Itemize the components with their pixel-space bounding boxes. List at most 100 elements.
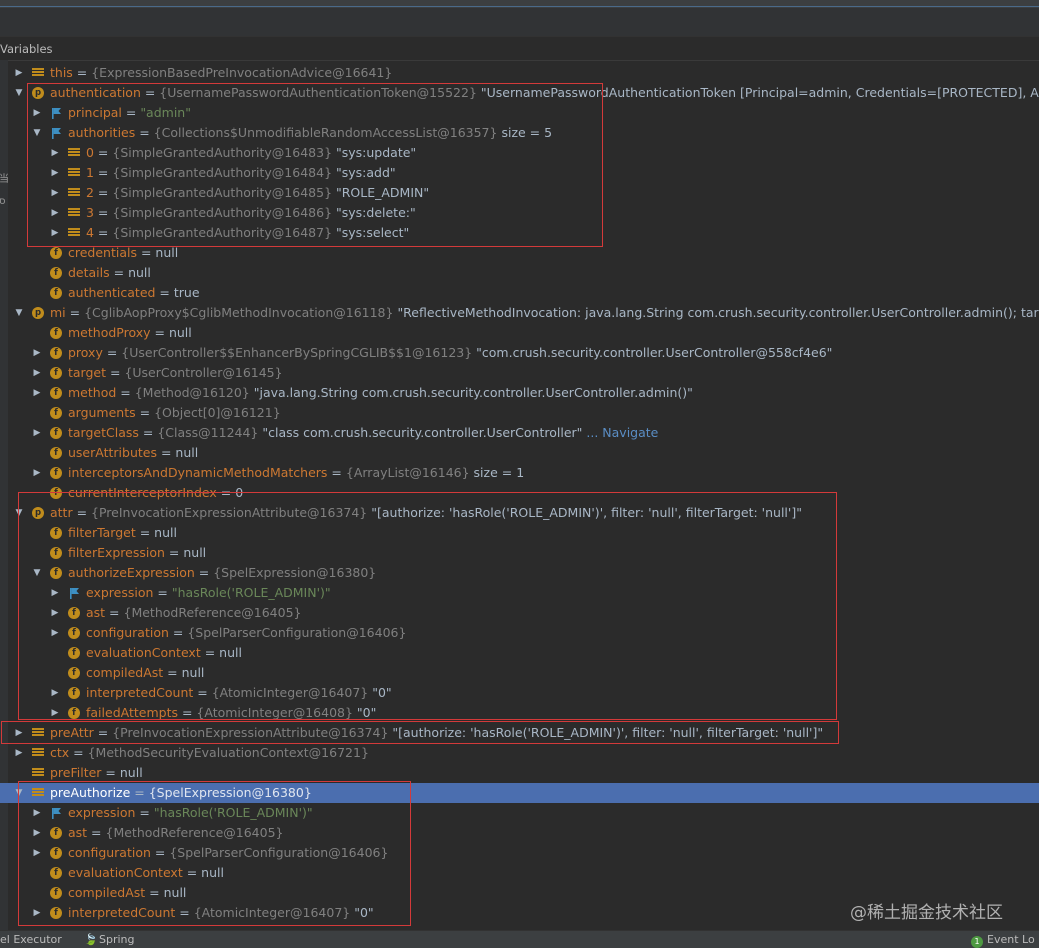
row-text: expression = "hasRole('ROLE_ADMIN')" xyxy=(68,803,313,823)
tree-row[interactable]: ▶ 2 = {SimpleGrantedAuthority@16485} "ROL… xyxy=(0,183,1039,203)
equals-sign: = xyxy=(135,525,155,540)
tree-row[interactable]: ▼ f authorizeExpression = {SpelExpression@… xyxy=(0,563,1039,583)
expand-arrow-right-icon[interactable]: ▶ xyxy=(31,843,43,863)
expand-arrow-right-icon[interactable]: ▶ xyxy=(13,63,25,83)
variable-name: attr xyxy=(50,505,73,520)
tree-row[interactable]: ▶ f proxy = {UserController$$EnhancerBySpr… xyxy=(0,343,1039,363)
variable-name: ast xyxy=(68,825,88,840)
row-text: credentials = null xyxy=(68,243,178,263)
tree-row[interactable]: ▶ 1 = {SimpleGrantedAuthority@16484} "sys… xyxy=(0,163,1039,183)
tab-executor[interactable]: el Executor xyxy=(0,931,62,948)
expand-arrow-down-icon[interactable]: ▼ xyxy=(13,783,25,803)
tree-row[interactable]: ▶ preAttr = {PreInvocationExpressionAttri… xyxy=(0,723,1039,743)
variable-type: {SpelExpression@16380} xyxy=(213,565,377,580)
expand-arrow-down-icon[interactable]: ▼ xyxy=(13,503,25,523)
tree-row[interactable]: ▶ f configuration = {SpelParserConfigurati… xyxy=(0,623,1039,643)
tree-row[interactable]: ▶ 0 = {SimpleGrantedAuthority@16483} "sys… xyxy=(0,143,1039,163)
expand-arrow-down-icon[interactable]: ▼ xyxy=(31,563,43,583)
tree-row[interactable]: ▶ f targetClass = {Class@11244} "class com… xyxy=(0,423,1039,443)
tree-row[interactable]: ▼ authorities = {Collections$Unmodifiable… xyxy=(0,123,1039,143)
tree-row[interactable]: ▶ f configuration = {SpelParserConfigurati… xyxy=(0,843,1039,863)
variable-type: {Object[0]@16121} xyxy=(154,405,281,420)
expand-arrow-right-icon[interactable]: ▶ xyxy=(31,803,43,823)
tree-row[interactable]: ▼ p authentication = {UsernamePasswordAuth… xyxy=(0,83,1039,103)
expand-arrow-right-icon[interactable]: ▶ xyxy=(13,743,25,763)
tree-row[interactable]: ▶ expression = "hasRole('ROLE_ADMIN')" xyxy=(0,583,1039,603)
navigate-link[interactable]: ... Navigate xyxy=(582,425,658,440)
tab-spring[interactable]: Spring xyxy=(99,931,135,948)
variable-type: {SpelExpression@16380} xyxy=(148,785,312,800)
variable-value: "UsernamePasswordAuthenticationToken [Pr… xyxy=(480,85,1039,100)
tree-row[interactable]: f filterExpression = null xyxy=(0,543,1039,563)
tree-row[interactable]: ▶ principal = "admin" xyxy=(0,103,1039,123)
event-log-button[interactable]: 1 Event Lo xyxy=(971,931,1035,948)
tree-row[interactable]: ▶ f interpretedCount = {AtomicInteger@1640… xyxy=(0,683,1039,703)
expand-arrow-right-icon[interactable]: ▶ xyxy=(49,143,61,163)
expand-arrow-right-icon[interactable]: ▶ xyxy=(31,383,43,403)
tree-row[interactable]: ▶ 4 = {SimpleGrantedAuthority@16487} "sys… xyxy=(0,223,1039,243)
expand-arrow-right-icon[interactable]: ▶ xyxy=(49,583,61,603)
expand-arrow-right-icon[interactable]: ▶ xyxy=(31,103,43,123)
expand-arrow-right-icon[interactable]: ▶ xyxy=(49,623,61,643)
tree-row[interactable]: ▶ ctx = {MethodSecurityEvaluationContext@… xyxy=(0,743,1039,763)
tree-row[interactable]: f authenticated = true xyxy=(0,283,1039,303)
variable-type: {CglibAopProxy$CglibMethodInvocation@161… xyxy=(84,305,398,320)
tree-row[interactable]: f credentials = null xyxy=(0,243,1039,263)
expand-arrow-down-icon[interactable]: ▼ xyxy=(13,303,25,323)
tree-row[interactable]: f evaluationContext = null xyxy=(0,863,1039,883)
expand-arrow-right-icon[interactable]: ▶ xyxy=(13,723,25,743)
variables-panel-header: Variables xyxy=(0,38,1039,61)
tree-row[interactable]: f userAttributes = null xyxy=(0,443,1039,463)
tree-row[interactable]: ▶ f failedAttempts = {AtomicInteger@16408}… xyxy=(0,703,1039,723)
tree-row[interactable]: ▼ p attr = {PreInvocationExpressionAttribu… xyxy=(0,503,1039,523)
row-text: target = {UserController@16145} xyxy=(68,363,283,383)
expand-arrow-right-icon[interactable]: ▶ xyxy=(49,203,61,223)
variable-icon xyxy=(68,147,80,159)
expand-arrow-right-icon[interactable]: ▶ xyxy=(49,223,61,243)
field-icon: f xyxy=(50,487,62,499)
expand-arrow-right-icon[interactable]: ▶ xyxy=(49,163,61,183)
variable-type: {UsernamePasswordAuthenticationToken@155… xyxy=(159,85,481,100)
tree-row[interactable]: ▶ f ast = {MethodReference@16405} xyxy=(0,823,1039,843)
row-text: compiledAst = null xyxy=(68,883,186,903)
expand-arrow-right-icon[interactable]: ▶ xyxy=(49,703,61,723)
tree-row[interactable]: f evaluationContext = null xyxy=(0,643,1039,663)
expand-arrow-down-icon[interactable]: ▼ xyxy=(13,83,25,103)
tree-row[interactable]: f arguments = {Object[0]@16121} xyxy=(0,403,1039,423)
expand-arrow-right-icon[interactable]: ▶ xyxy=(31,903,43,923)
tree-row[interactable]: ▶ f target = {UserController@16145} xyxy=(0,363,1039,383)
field-icon: f xyxy=(50,367,62,379)
expand-arrow-right-icon[interactable]: ▶ xyxy=(49,603,61,623)
tree-row[interactable]: f compiledAst = null xyxy=(0,663,1039,683)
expand-arrow-right-icon[interactable]: ▶ xyxy=(49,683,61,703)
tree-row[interactable]: f methodProxy = null xyxy=(0,323,1039,343)
expand-arrow-right-icon[interactable]: ▶ xyxy=(31,343,43,363)
tree-row[interactable]: ▶ expression = "hasRole('ROLE_ADMIN')" xyxy=(0,803,1039,823)
tree-row[interactable]: f currentInterceptorIndex = 0 xyxy=(0,483,1039,503)
variable-name: 0 xyxy=(86,145,94,160)
tree-row[interactable]: ▶ f interceptorsAndDynamicMethodMatchers =… xyxy=(0,463,1039,483)
tree-row[interactable]: ▼ p mi = {CglibAopProxy$CglibMethodInvocat… xyxy=(0,303,1039,323)
tree-row[interactable]: ▶ 3 = {SimpleGrantedAuthority@16486} "sys… xyxy=(0,203,1039,223)
expand-arrow-right-icon[interactable]: ▶ xyxy=(31,363,43,383)
equals-sign: = xyxy=(101,765,120,780)
expand-arrow-right-icon[interactable]: ▶ xyxy=(49,183,61,203)
expand-arrow-down-icon[interactable]: ▼ xyxy=(31,123,43,143)
equals-sign: = xyxy=(72,505,92,520)
tree-row[interactable]: ▼ preAuthorize = {SpelExpression@16380} xyxy=(0,783,1039,803)
tree-row[interactable]: ▶ this = {ExpressionBasedPreInvocationAdv… xyxy=(0,63,1039,83)
variable-value: "class com.crush.security.controller.Use… xyxy=(262,425,583,440)
expand-arrow-right-icon[interactable]: ▶ xyxy=(31,463,43,483)
tree-row[interactable]: ▶ f ast = {MethodReference@16405} xyxy=(0,603,1039,623)
spring-icon: 🍃 xyxy=(84,933,98,946)
tree-row[interactable]: f filterTarget = null xyxy=(0,523,1039,543)
variable-value: "0" xyxy=(356,705,377,720)
tree-row[interactable]: f details = null xyxy=(0,263,1039,283)
expand-arrow-right-icon[interactable]: ▶ xyxy=(31,423,43,443)
tree-row[interactable]: ▶ f method = {Method@16120} "java.lang.Str… xyxy=(0,383,1039,403)
equals-sign: = xyxy=(135,405,155,420)
expand-arrow-right-icon[interactable]: ▶ xyxy=(31,823,43,843)
row-text: preAttr = {PreInvocationExpressionAttrib… xyxy=(50,723,823,743)
equals-sign: = xyxy=(164,545,184,560)
tree-row[interactable]: preFilter = null xyxy=(0,763,1039,783)
